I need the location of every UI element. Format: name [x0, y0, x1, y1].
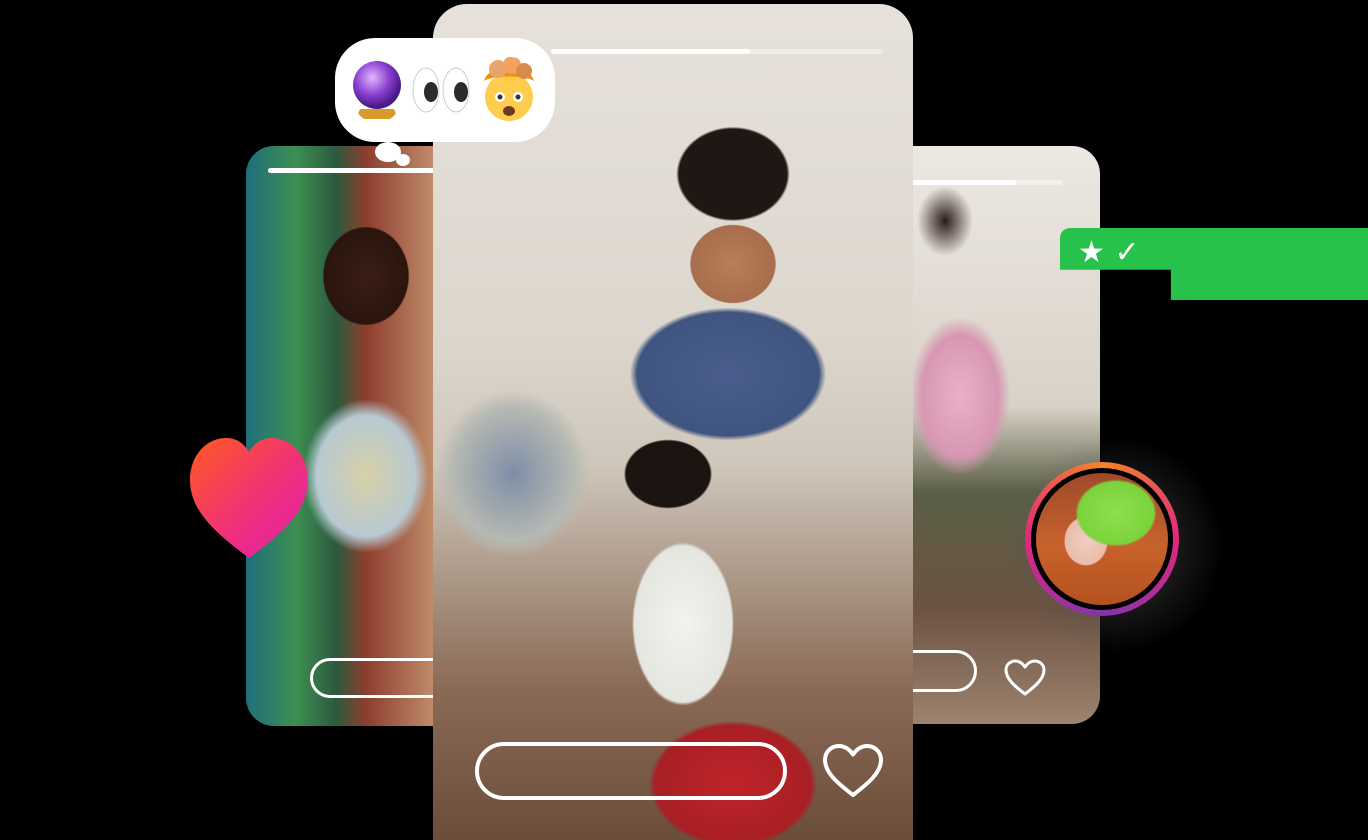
- emoji-reaction-bubble: [335, 38, 555, 162]
- story-progress-center: [551, 49, 883, 54]
- heart-icon-right[interactable]: [1003, 658, 1047, 698]
- story-avatar[interactable]: [1025, 462, 1179, 616]
- reply-input-center[interactable]: [475, 742, 787, 800]
- bubble-tail-small: [396, 154, 410, 166]
- heart-icon-center[interactable]: [821, 742, 885, 800]
- badge-label: ★ ✓: [1078, 235, 1140, 270]
- avatar-photo: [1036, 473, 1168, 605]
- story-progress-right: [905, 180, 1063, 185]
- story-progress-fill-center: [551, 49, 751, 54]
- avatar-ring-gap: [1031, 468, 1173, 610]
- exploding-head-icon: [484, 57, 534, 121]
- reply-input-right[interactable]: [905, 650, 977, 692]
- reply-input-left[interactable]: [310, 658, 446, 698]
- story-progress-fill-left: [268, 168, 446, 173]
- story-progress-fill-right: [905, 180, 1016, 185]
- eyes-icon: [412, 67, 470, 113]
- like-heart-icon: [190, 438, 308, 558]
- close-friends-badge: ★ ✓: [1060, 228, 1368, 300]
- story-progress-left: [268, 168, 446, 173]
- crystal-ball-icon: [353, 61, 401, 119]
